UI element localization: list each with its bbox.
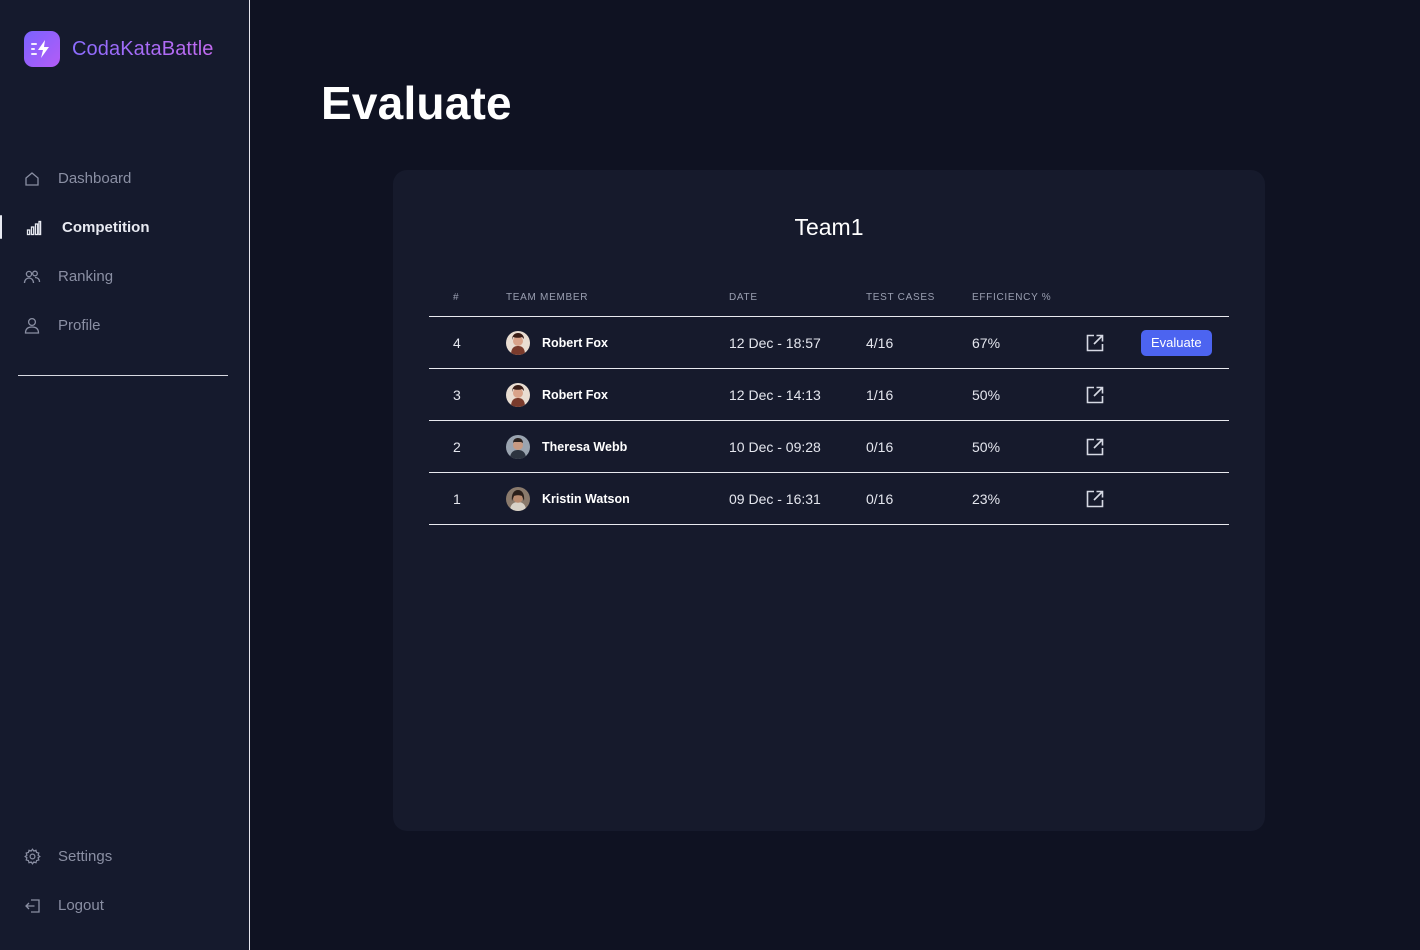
team-card: Team1 # Team Member Date Test Cases Effi… xyxy=(393,170,1265,831)
member-cell: Robert Fox xyxy=(506,382,729,407)
row-number: 1 xyxy=(453,490,461,507)
submission-date: 12 Dec - 18:57 xyxy=(729,334,821,351)
action-cell: Evaluate xyxy=(1141,329,1229,356)
test-cases: 0/16 xyxy=(866,438,894,455)
efficiency: 23% xyxy=(972,490,1001,507)
sidebar-item-dashboard[interactable]: Dashboard xyxy=(0,154,250,203)
member-name: Robert Fox xyxy=(542,387,608,402)
table-header: # Team Member Date Test Cases Efficiency… xyxy=(429,278,1229,317)
row-number: 3 xyxy=(453,386,461,403)
sidebar-divider xyxy=(18,375,228,376)
link-cell xyxy=(1085,385,1141,405)
logout-icon xyxy=(22,896,42,916)
member-name: Theresa Webb xyxy=(542,439,628,454)
test-cases: 0/16 xyxy=(866,490,894,507)
column-header-member: Team Member xyxy=(506,291,589,303)
sidebar-item-label: Competition xyxy=(62,219,150,236)
page-title: Evaluate xyxy=(321,77,512,129)
table-row: 2 Theresa Webb 10 Dec - 09:28 0/16 50% xyxy=(429,421,1229,473)
efficiency: 50% xyxy=(972,386,1001,403)
bottom-nav: Settings Logout xyxy=(0,832,250,930)
sidebar-item-label: Ranking xyxy=(58,268,114,285)
column-header-date: Date xyxy=(729,291,758,303)
brand-name: CodaKataBattle xyxy=(72,37,214,60)
avatar xyxy=(506,434,530,459)
test-cases: 1/16 xyxy=(866,386,894,403)
column-header-efficiency: Efficiency % xyxy=(972,291,1052,303)
column-header-number: # xyxy=(453,291,460,303)
evaluate-button[interactable]: Evaluate xyxy=(1141,329,1212,356)
table-row: 1 Kristin Watson 09 Dec - 16:31 0/16 23% xyxy=(429,473,1229,525)
sidebar-item-competition[interactable]: Competition xyxy=(0,203,250,252)
brand[interactable]: CodaKataBattle xyxy=(24,31,214,67)
submission-date: 12 Dec - 14:13 xyxy=(729,386,821,403)
efficiency: 50% xyxy=(972,438,1001,455)
avatar xyxy=(506,382,530,407)
row-number: 2 xyxy=(453,438,461,455)
sidebar-item-profile[interactable]: Profile xyxy=(0,301,250,350)
bar-chart-icon xyxy=(24,218,44,238)
member-cell: Kristin Watson xyxy=(506,486,729,511)
sidebar-item-label: Settings xyxy=(58,848,113,865)
table-row: 3 Robert Fox 12 Dec - 14:13 1/16 50% xyxy=(429,369,1229,421)
main-nav: Dashboard Competition Ranking Profile xyxy=(0,154,250,350)
row-number: 4 xyxy=(453,334,461,351)
external-link-icon[interactable] xyxy=(1085,333,1105,353)
column-header-test-cases: Test Cases xyxy=(866,291,936,303)
external-link-icon[interactable] xyxy=(1085,385,1105,405)
efficiency: 67% xyxy=(972,334,1001,351)
home-icon xyxy=(22,169,42,189)
team-name: Team1 xyxy=(794,214,864,240)
avatar xyxy=(506,330,530,355)
link-cell xyxy=(1085,333,1141,353)
app-root: CodaKataBattle Dashboard Competition Ran… xyxy=(0,0,1420,950)
member-cell: Robert Fox xyxy=(506,330,729,355)
test-cases: 4/16 xyxy=(866,334,894,351)
sidebar: CodaKataBattle Dashboard Competition Ran… xyxy=(0,0,250,950)
submission-date: 09 Dec - 16:31 xyxy=(729,490,821,507)
avatar xyxy=(506,486,530,511)
sidebar-item-label: Profile xyxy=(58,317,101,334)
sidebar-item-ranking[interactable]: Ranking xyxy=(0,252,250,301)
sidebar-item-settings[interactable]: Settings xyxy=(0,832,250,881)
sidebar-item-label: Logout xyxy=(58,897,104,914)
member-cell: Theresa Webb xyxy=(506,434,729,459)
sidebar-item-label: Dashboard xyxy=(58,170,132,187)
member-name: Robert Fox xyxy=(542,335,608,350)
submissions-table: # Team Member Date Test Cases Efficiency… xyxy=(429,278,1229,525)
gear-icon xyxy=(22,847,42,867)
users-icon xyxy=(22,267,42,287)
submission-date: 10 Dec - 09:28 xyxy=(729,438,821,455)
table-row: 4 Robert Fox 12 Dec - 18:57 4/16 67% Eva… xyxy=(429,317,1229,369)
link-cell xyxy=(1085,489,1141,509)
user-icon xyxy=(22,316,42,336)
sidebar-item-logout[interactable]: Logout xyxy=(0,881,250,930)
external-link-icon[interactable] xyxy=(1085,437,1105,457)
lightning-logo-icon xyxy=(24,31,60,67)
link-cell xyxy=(1085,437,1141,457)
external-link-icon[interactable] xyxy=(1085,489,1105,509)
member-name: Kristin Watson xyxy=(542,491,630,506)
